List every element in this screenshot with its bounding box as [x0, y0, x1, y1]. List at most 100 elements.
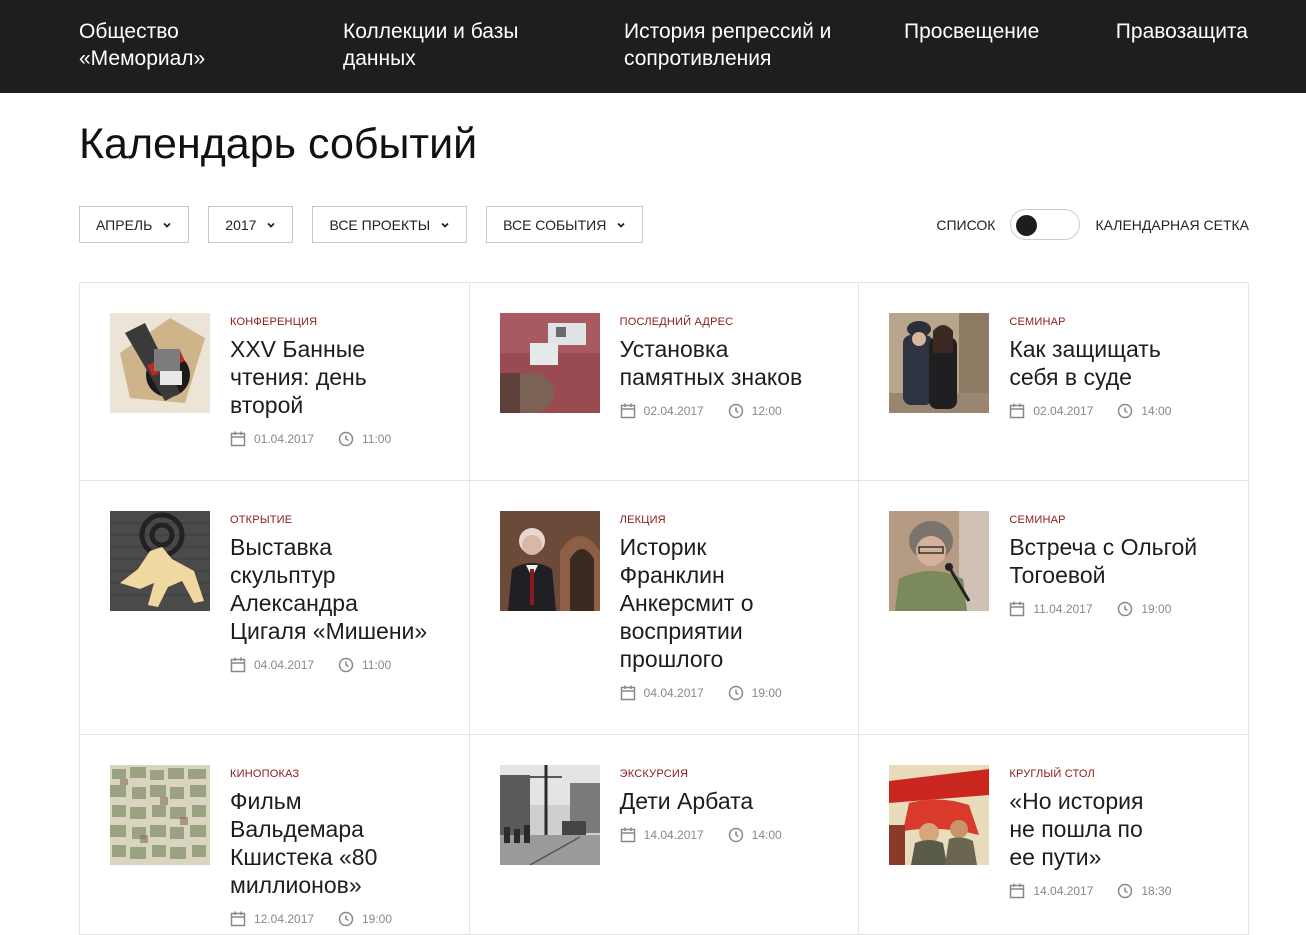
event-card[interactable]: ПОСЛЕДНИЙ АДРЕС Установка памятных знако…: [469, 283, 860, 481]
calendar-icon: [620, 685, 636, 701]
nav-item-collections[interactable]: Коллекции и базы данных: [343, 18, 583, 72]
view-switch[interactable]: [1010, 209, 1081, 240]
nav-item-line: Правозащита: [1115, 20, 1248, 43]
event-title[interactable]: Установка памятных знаков: [620, 335, 840, 391]
calendar-grid-label[interactable]: КАЛЕНДАРНАЯ СЕТКА: [1095, 217, 1249, 233]
year-select[interactable]: 2017: [208, 206, 294, 243]
event-time: 12:00: [751, 404, 782, 418]
event-thumbnail: [499, 765, 600, 865]
event-title-line: Встреча с Ольгой: [1009, 534, 1198, 560]
event-time: 14:00: [1141, 404, 1172, 418]
nav-item-memorial[interactable]: Общество «Мемориал»: [79, 18, 279, 72]
event-title[interactable]: Дети Арбата: [620, 787, 840, 815]
event-date: 14.04.2017: [643, 828, 704, 842]
event-title-line: Анкерсмит о: [619, 590, 754, 616]
event-card[interactable]: КРУГЛЫЙ СТОЛ «Но история не пошла по ее …: [859, 735, 1250, 935]
clock-icon: [338, 911, 354, 927]
event-meta: 02.04.2017 12:00: [620, 402, 840, 420]
event-card[interactable]: ЛЕКЦИЯ Историк Франклин Анкерсмит о восп…: [469, 481, 860, 735]
event-title-line: Установка: [619, 336, 729, 362]
clock-icon: [728, 403, 744, 419]
clock-icon: [1117, 883, 1133, 899]
event-body: ОТКРЫТИЕ Выставка скульптур Александра Ц…: [230, 511, 450, 674]
event-time: 11:00: [362, 432, 392, 446]
event-title-line: Вальдемара: [230, 816, 364, 842]
event-thumbnail: [110, 511, 210, 611]
view-switch-knob: [1016, 215, 1038, 236]
event-title-line: «Но история: [1009, 788, 1144, 814]
nav-item-line: «Мемориал»: [79, 47, 206, 70]
nav-item-history[interactable]: История репрессий и сопротивления: [624, 18, 874, 72]
event-date: 02.04.2017: [643, 404, 704, 418]
event-body: КИНОПОКАЗ Фильм Вальдемара Кшистека «80 …: [230, 765, 450, 928]
event-time: 19:00: [362, 912, 393, 926]
event-meta: 01.04.2017 11:00: [230, 430, 450, 448]
event-body: СЕМИНАР Как защищать себя в суде 02.04.2…: [1009, 313, 1229, 420]
events-row: ОТКРЫТИЕ Выставка скульптур Александра Ц…: [80, 481, 1250, 735]
event-title-line: второй: [230, 392, 304, 418]
event-date: 04.04.2017: [643, 686, 704, 700]
nav-item-line: Общество: [79, 20, 179, 43]
event-title-line: Как защищать: [1009, 336, 1161, 362]
chevron-down-icon: [440, 220, 450, 230]
event-card[interactable]: СЕМИНАР Встреча с Ольгой Тогоевой 11.04.…: [859, 481, 1250, 735]
view-toggle: СПИСОК КАЛЕНДАРНАЯ СЕТКА: [936, 209, 1249, 240]
projects-select[interactable]: ВСЕ ПРОЕКТЫ: [312, 206, 468, 243]
event-title-line: XXV Банные: [230, 336, 366, 362]
events-select[interactable]: ВСЕ СОБЫТИЯ: [486, 206, 644, 243]
event-meta: 04.04.2017 19:00: [620, 684, 840, 702]
month-select[interactable]: АПРЕЛЬ: [79, 206, 190, 243]
event-card[interactable]: КИНОПОКАЗ Фильм Вальдемара Кшистека «80 …: [80, 735, 470, 935]
event-title-line: Цигаля «Мишени»: [230, 618, 428, 644]
projects-select-value: ВСЕ ПРОЕКТЫ: [329, 216, 431, 233]
event-body: КОНФЕРЕНЦИЯ XXV Банные чтения: день втор…: [230, 313, 450, 448]
nav-item-line: данных: [343, 47, 416, 70]
event-time: 19:00: [751, 686, 782, 700]
month-select-value: АПРЕЛЬ: [96, 216, 153, 233]
event-card[interactable]: ЭКСКУРСИЯ Дети Арбата 14.04.2017 14:00: [469, 735, 860, 935]
events-grid: КОНФЕРЕНЦИЯ XXV Банные чтения: день втор…: [79, 282, 1250, 935]
event-category: КРУГЛЫЙ СТОЛ: [1009, 768, 1095, 780]
calendar-icon: [1009, 883, 1025, 899]
event-body: ЭКСКУРСИЯ Дети Арбата 14.04.2017 14:00: [620, 765, 840, 844]
event-category: СЕМИНАР: [1009, 316, 1066, 328]
event-date: 14.04.2017: [1033, 884, 1094, 898]
calendar-icon: [230, 911, 246, 927]
event-category: КОНФЕРЕНЦИЯ: [230, 316, 318, 328]
event-card[interactable]: СЕМИНАР Как защищать себя в суде 02.04.2…: [859, 283, 1250, 481]
event-title[interactable]: Историк Франклин Анкерсмит о восприятии …: [620, 533, 840, 673]
event-title[interactable]: Фильм Вальдемара Кшистека «80 миллионов»: [230, 787, 450, 899]
clock-icon: [1117, 403, 1133, 419]
event-card[interactable]: КОНФЕРЕНЦИЯ XXV Банные чтения: день втор…: [80, 283, 470, 481]
event-title[interactable]: «Но история не пошла по ее пути»: [1009, 787, 1229, 871]
top-navigation: Общество «Мемориал» Коллекции и базы дан…: [0, 0, 1306, 93]
event-body: СЕМИНАР Встреча с Ольгой Тогоевой 11.04.…: [1009, 511, 1229, 618]
calendar-icon: [620, 827, 636, 843]
event-title-line: Франклин: [619, 562, 725, 588]
event-time: 11:00: [362, 658, 392, 672]
event-date: 01.04.2017: [254, 432, 315, 446]
event-title-line: ее пути»: [1009, 844, 1102, 870]
chevron-down-icon: [162, 220, 172, 230]
event-date: 11.04.2017: [1033, 602, 1093, 616]
event-thumbnail: [110, 313, 210, 413]
event-meta: 14.04.2017 18:30: [1009, 882, 1229, 900]
nav-item-line: Коллекции и базы: [343, 20, 519, 43]
event-title-line: Выставка: [230, 534, 333, 560]
calendar-icon: [230, 431, 246, 447]
event-time: 18:30: [1141, 884, 1172, 898]
event-category: ЛЕКЦИЯ: [619, 514, 666, 526]
nav-item-education[interactable]: Просвещение: [904, 18, 1039, 45]
list-view-label[interactable]: СПИСОК: [936, 217, 995, 233]
event-body: ПОСЛЕДНИЙ АДРЕС Установка памятных знако…: [620, 313, 840, 420]
event-title[interactable]: Выставка скульптур Александра Цигаля «Ми…: [230, 533, 450, 645]
event-title[interactable]: Как защищать себя в суде: [1009, 335, 1229, 391]
event-title[interactable]: XXV Банные чтения: день второй: [230, 335, 450, 419]
nav-item-human-rights[interactable]: Правозащита: [1116, 18, 1248, 45]
event-title[interactable]: Встреча с Ольгой Тогоевой: [1009, 533, 1229, 589]
event-thumbnail: [889, 511, 990, 611]
nav-item-line: Просвещение: [904, 20, 1040, 43]
event-title-line: чтения: день: [230, 364, 367, 390]
calendar-icon: [620, 403, 636, 419]
event-card[interactable]: ОТКРЫТИЕ Выставка скульптур Александра Ц…: [80, 481, 470, 735]
